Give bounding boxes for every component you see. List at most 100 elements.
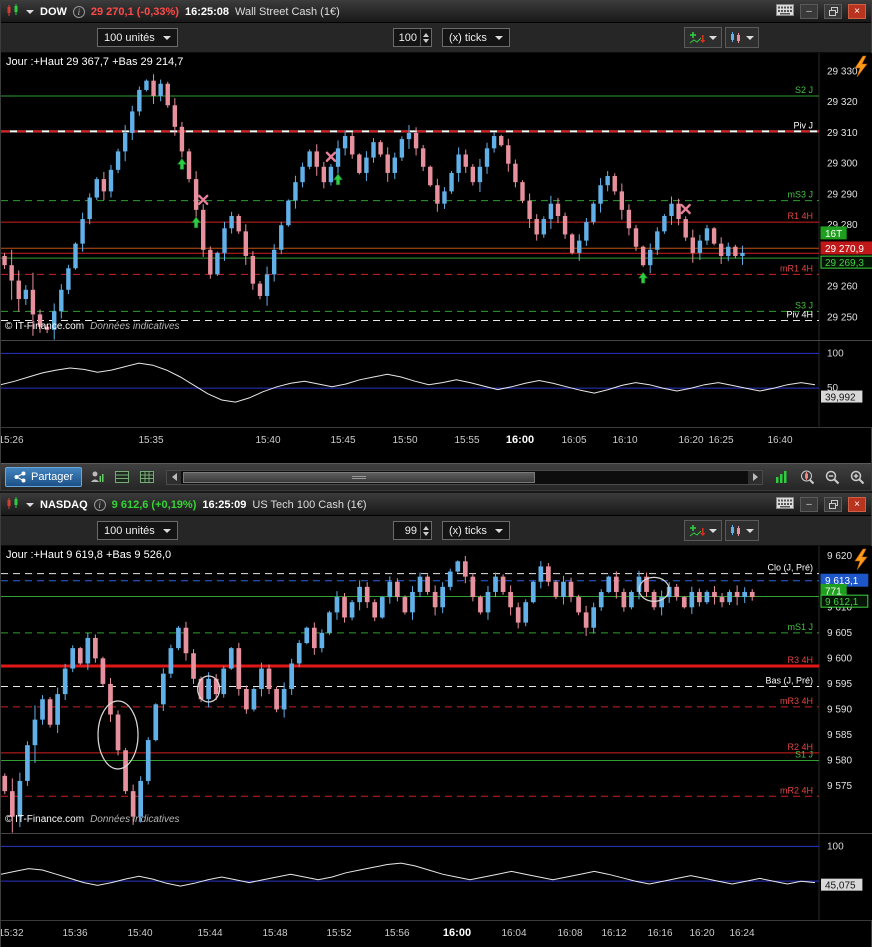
keyboard-icon[interactable]	[776, 4, 794, 19]
time-tick: 15:40	[255, 435, 281, 446]
zoom-in-icon[interactable]	[847, 467, 867, 487]
dow-titlebar[interactable]: DOW i 29 270,1 (-0,33%) 16:25:08 Wall St…	[1, 1, 871, 23]
time-tick: 15:50	[392, 435, 418, 446]
time-tick: 15:32	[1, 928, 24, 939]
svg-text:45,075: 45,075	[825, 881, 856, 892]
scrollbar-thumb[interactable]	[183, 471, 535, 483]
svg-text:29 290: 29 290	[827, 189, 858, 200]
ticks-unit-select[interactable]: (x) ticks	[442, 521, 510, 540]
time-tick: 16:24	[729, 928, 755, 939]
svg-text:R3 4H: R3 4H	[787, 655, 813, 665]
svg-text:100: 100	[827, 348, 844, 359]
restore-button[interactable]	[824, 4, 842, 19]
dow-time-axis[interactable]: 15:26 15:35 15:40 15:45 15:50 15:55 16:00 16:05…	[1, 427, 871, 455]
ticks-unit-select[interactable]: (x) ticks	[442, 28, 510, 47]
svg-text:Piv 4H: Piv 4H	[786, 310, 813, 320]
svg-text:29 269,3: 29 269,3	[825, 258, 864, 269]
time-tick: 16:16	[647, 928, 673, 939]
spinner-arrows[interactable]	[420, 522, 431, 539]
dow-candlestick-chart[interactable]: S2 JPiv JmS3 JR1 4HmR1 4HS3 JPiv 4H29 33…	[1, 53, 872, 427]
zoom-out-icon[interactable]	[822, 467, 842, 487]
units-select[interactable]: 100 unités	[97, 521, 178, 540]
chevron-down-icon	[746, 35, 754, 40]
day-high-low-label: Jour :+Haut 9 619,8 +Bas 9 526,0	[6, 549, 172, 561]
scroll-right-arrow[interactable]	[748, 470, 762, 484]
nasdaq-time-axis[interactable]: 15:32 15:36 15:40 15:44 15:48 15:52 15:56 16:00…	[1, 920, 871, 947]
time-tick: 15:52	[326, 928, 352, 939]
spinner-arrows[interactable]	[420, 29, 431, 46]
last-price: 29 270,1 (-0,33%)	[90, 5, 179, 18]
nasdaq-candlestick-chart[interactable]: Clo (J, Pré) mS1 J R3 4H Bas (J, Pré) mR3 4H…	[1, 546, 872, 920]
units-select[interactable]: 100 unités	[97, 28, 178, 47]
symbol-name[interactable]: DOW	[40, 6, 67, 18]
svg-text:9 595: 9 595	[827, 679, 852, 690]
nasdaq-chart-area[interactable]: Clo (J, Pré) mS1 J R3 4H Bas (J, Pré) mR3 4H…	[1, 546, 872, 920]
svg-text:29 270,9: 29 270,9	[825, 244, 864, 255]
svg-text:9 580: 9 580	[827, 756, 852, 767]
svg-text:29 300: 29 300	[827, 159, 858, 170]
svg-text:9 585: 9 585	[827, 730, 852, 741]
portfolio-table-icon[interactable]	[137, 467, 157, 487]
chevron-down-icon	[746, 528, 754, 533]
chart-app-icon	[6, 3, 20, 20]
nasdaq-toolbar: 100 unités 99 (x) ticks	[1, 516, 871, 546]
quote-time: 16:25:09	[202, 498, 247, 511]
info-icon[interactable]: i	[93, 498, 106, 511]
horizontal-scrollbar[interactable]	[166, 469, 763, 485]
chart-style-button[interactable]	[725, 520, 759, 541]
svg-text:R1 4H: R1 4H	[787, 211, 813, 221]
chevron-down-icon	[709, 35, 717, 40]
add-indicator-button[interactable]	[684, 27, 722, 48]
svg-text:9 612,1: 9 612,1	[825, 597, 859, 608]
close-button[interactable]: ×	[848, 497, 866, 512]
trader-stats-icon[interactable]	[87, 467, 107, 487]
info-icon[interactable]: i	[72, 5, 85, 18]
auto-scale-icon[interactable]	[772, 467, 792, 487]
svg-text:29 330: 29 330	[827, 66, 858, 77]
minimize-button[interactable]: –	[800, 497, 818, 512]
tick-count-input[interactable]: 99	[393, 521, 432, 540]
chart-app-icon	[6, 496, 20, 513]
copyright-label: © IT-Finance.com Données indicatives	[5, 321, 180, 332]
restore-button[interactable]	[824, 497, 842, 512]
symbol-dropdown-caret[interactable]	[26, 9, 34, 14]
nasdaq-titlebar[interactable]: NASDAQ i 9 612,6 (+0,19%) 16:25:09 US Te…	[1, 494, 871, 516]
minimize-button[interactable]: –	[800, 4, 818, 19]
tick-count-input[interactable]: 100	[393, 28, 432, 47]
svg-text:mR3 4H: mR3 4H	[780, 696, 813, 706]
zoom-selection-icon[interactable]	[797, 467, 817, 487]
close-button[interactable]: ×	[848, 4, 866, 19]
market-name: US Tech 100 Cash (1€)	[252, 498, 367, 511]
scrollbar-track[interactable]	[181, 470, 748, 484]
time-tick: 15:56	[384, 928, 410, 939]
svg-text:mS1 J: mS1 J	[787, 622, 813, 632]
dow-chart-window: DOW i 29 270,1 (-0,33%) 16:25:08 Wall St…	[0, 0, 872, 491]
dow-chart-area[interactable]: S2 J Piv JmS3 J R1 4H mR1 4H S3 J Piv 4H 29 33…	[1, 53, 872, 427]
add-indicator-button[interactable]	[684, 520, 722, 541]
keyboard-icon[interactable]	[776, 497, 794, 512]
svg-text:Piv J: Piv J	[793, 120, 813, 130]
chevron-down-icon	[162, 35, 171, 40]
indicator-plus-icon	[689, 524, 705, 536]
time-tick: 16:25	[708, 435, 734, 446]
time-tick: 15:26	[1, 435, 24, 446]
time-tick: 16:20	[678, 435, 704, 446]
chevron-down-icon	[494, 528, 503, 533]
time-tick: 15:48	[262, 928, 288, 939]
order-list-icon[interactable]	[112, 467, 132, 487]
share-button[interactable]: Partager	[5, 467, 83, 487]
svg-text:29 260: 29 260	[827, 282, 858, 293]
chevron-down-icon	[494, 35, 503, 40]
chart-style-button[interactable]	[725, 27, 759, 48]
candlestick-icon	[731, 525, 740, 536]
time-tick: 15:36	[62, 928, 88, 939]
time-tick: 16:00	[442, 927, 472, 939]
dow-toolbar: 100 unités 100 (x) ticks	[1, 23, 871, 53]
symbol-dropdown-caret[interactable]	[26, 502, 34, 507]
time-tick: 16:40	[767, 435, 793, 446]
symbol-name[interactable]: NASDAQ	[40, 499, 88, 511]
copyright-label: © IT-Finance.com Données indicatives	[5, 814, 180, 825]
svg-text:mR1 4H: mR1 4H	[780, 263, 813, 273]
time-tick: 16:00	[505, 434, 535, 446]
scroll-left-arrow[interactable]	[167, 470, 182, 484]
